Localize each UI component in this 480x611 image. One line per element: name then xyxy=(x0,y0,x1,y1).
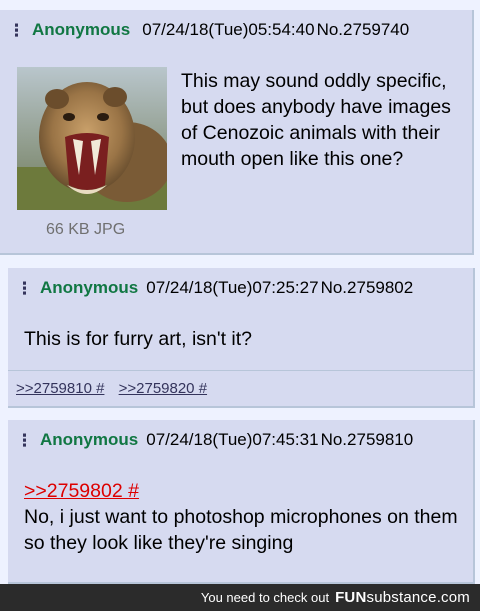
post-menu-icon[interactable]: ⋮ xyxy=(16,432,33,449)
reply2-poster-name: Anonymous xyxy=(40,430,139,449)
post-menu-icon[interactable]: ⋮ xyxy=(8,22,25,39)
reply2-quote-link[interactable]: >>2759802 # xyxy=(24,478,464,504)
reply1-backlinks: >>2759810 # >>2759820 # xyxy=(16,380,217,397)
reply-post-1: ⋮ Anonymous 07/24/18(Tue)07:25:27 No.275… xyxy=(8,268,475,408)
reply-post-2: ⋮ Anonymous 07/24/18(Tue)07:45:31 No.275… xyxy=(8,420,475,584)
op-datetime: 07/24/18(Tue)05:54:40 xyxy=(142,20,315,39)
reply1-header: ⋮ Anonymous 07/24/18(Tue)07:25:27 No.275… xyxy=(16,268,413,308)
watermark-banner: You need to check out FUNsubstance.com xyxy=(0,584,480,611)
op-poster-name: Anonymous xyxy=(32,20,131,39)
op-header: ⋮ Anonymous 07/24/18(Tue)05:54:40 No.275… xyxy=(8,10,409,50)
reply2-post-number[interactable]: No.2759810 xyxy=(321,430,414,450)
op-message: This may sound oddly specific, but does … xyxy=(181,70,451,170)
reply2-body: >>2759802 # No, i just want to photoshop… xyxy=(24,478,464,556)
op-post-number[interactable]: No.2759740 xyxy=(317,20,410,40)
op-file-info: 66 KB JPG xyxy=(46,221,126,238)
reply1-divider xyxy=(8,370,473,371)
banner-brand-domain: .com xyxy=(436,589,470,606)
reply1-poster-name: Anonymous xyxy=(40,278,139,297)
reply2-datetime: 07/24/18(Tue)07:45:31 xyxy=(146,430,319,449)
op-thumbnail-image[interactable] xyxy=(17,67,167,210)
backlink-2759810[interactable]: >>2759810 # xyxy=(16,380,104,397)
reply2-header: ⋮ Anonymous 07/24/18(Tue)07:45:31 No.275… xyxy=(16,420,413,460)
reply1-datetime: 07/24/18(Tue)07:25:27 xyxy=(146,278,319,297)
banner-brand: FUNsubstance.com xyxy=(335,589,470,606)
backlink-2759820[interactable]: >>2759820 # xyxy=(119,380,207,397)
banner-brand-prefix: FUN xyxy=(335,589,367,606)
banner-brand-suffix: substance xyxy=(366,589,437,606)
op-post: ⋮ Anonymous 07/24/18(Tue)05:54:40 No.275… xyxy=(0,10,474,255)
reply1-message: This is for furry art, isn't it? xyxy=(24,328,253,350)
reply1-post-number[interactable]: No.2759802 xyxy=(321,278,414,298)
post-menu-icon[interactable]: ⋮ xyxy=(16,280,33,297)
banner-text: You need to check out xyxy=(200,590,330,605)
reply2-message: No, i just want to photoshop microphones… xyxy=(24,506,458,554)
